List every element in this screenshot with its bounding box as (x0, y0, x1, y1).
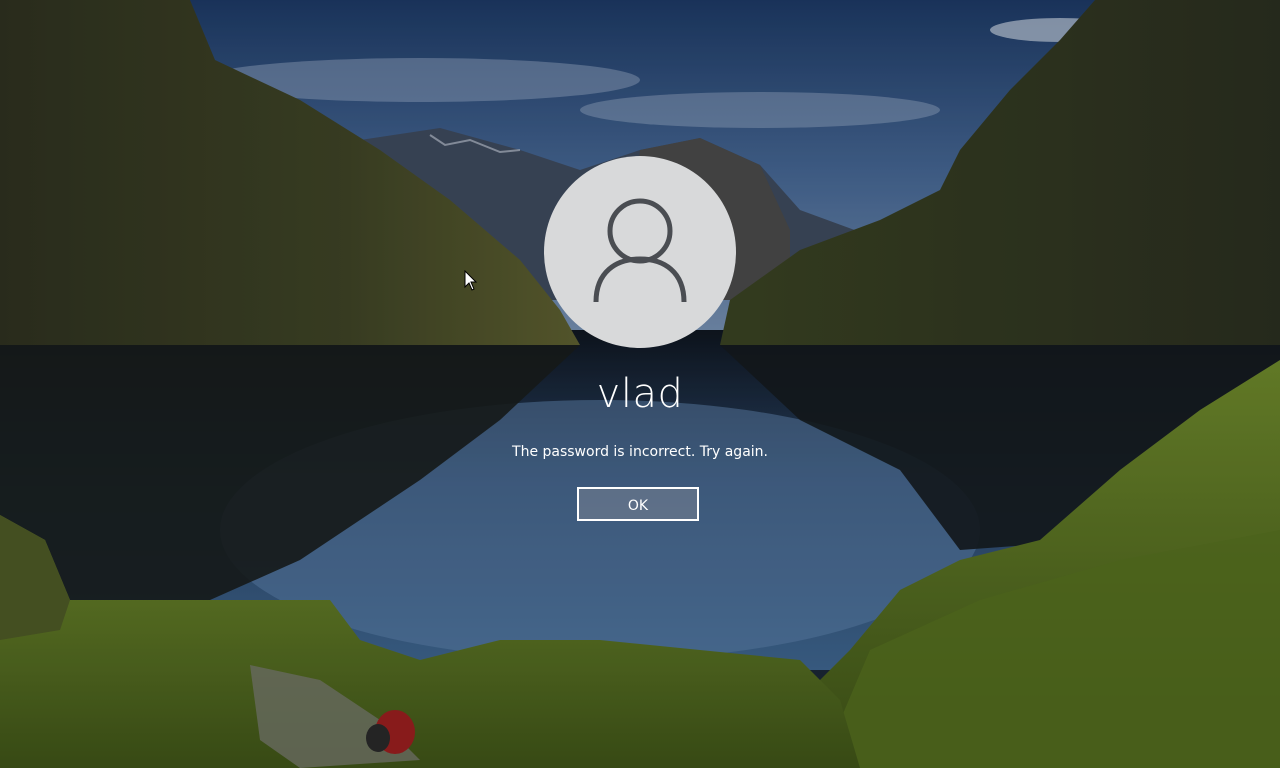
lock-screen: vlad The password is incorrect. Try agai… (0, 0, 1280, 768)
error-message: The password is incorrect. Try again. (512, 444, 768, 460)
mouse-cursor-icon (464, 270, 478, 291)
username-label: vlad (596, 371, 684, 417)
login-panel: vlad The password is incorrect. Try agai… (0, 0, 1280, 768)
ok-button[interactable]: OK (577, 487, 699, 521)
user-icon (593, 198, 687, 303)
user-avatar (544, 156, 736, 348)
